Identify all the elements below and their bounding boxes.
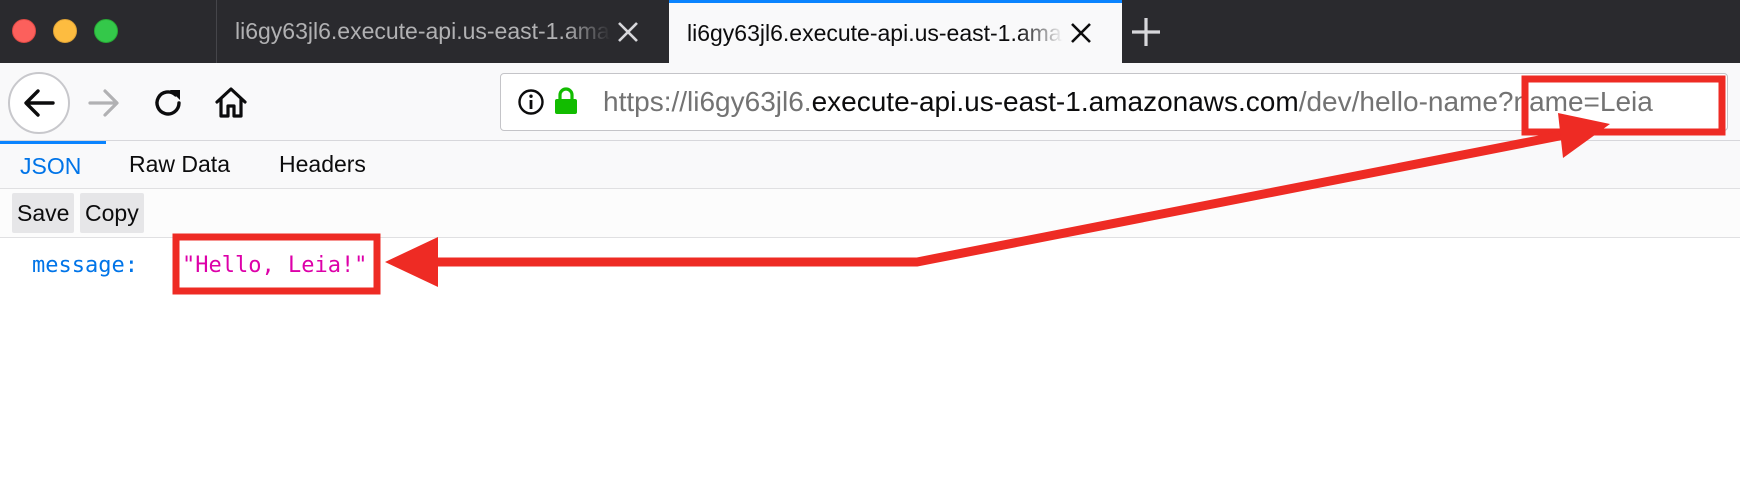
home-icon bbox=[215, 87, 247, 118]
window-close-button[interactable] bbox=[12, 19, 36, 43]
address-bar[interactable]: https://li6gy63jl6.execute-api.us-east-1… bbox=[500, 73, 1728, 131]
json-viewer-tabs: JSON Raw Data Headers bbox=[0, 141, 1740, 189]
json-toolbar: Save Copy bbox=[0, 189, 1740, 238]
close-icon[interactable] bbox=[1068, 20, 1094, 46]
tab-json[interactable]: JSON bbox=[0, 141, 106, 188]
window-maximize-button[interactable] bbox=[94, 19, 118, 43]
url-scheme: https://li6gy63jl6. bbox=[603, 86, 812, 117]
url-path: /dev/hello-name?name=Leia bbox=[1298, 86, 1653, 117]
forward-arrow-icon bbox=[88, 89, 119, 117]
home-button[interactable] bbox=[212, 83, 250, 121]
url-text[interactable]: https://li6gy63jl6.execute-api.us-east-1… bbox=[603, 74, 1653, 130]
tab-strip: li6gy63jl6.execute-api.us-east-1.amazona… bbox=[0, 0, 1740, 63]
browser-tab-1[interactable]: li6gy63jl6.execute-api.us-east-1.amazona… bbox=[216, 0, 669, 63]
reload-icon bbox=[155, 90, 181, 116]
tab-headers[interactable]: Headers bbox=[279, 141, 366, 188]
url-host: execute-api.us-east-1.amazonaws.com bbox=[811, 86, 1299, 117]
plus-icon[interactable] bbox=[1128, 14, 1164, 50]
json-key: message: bbox=[32, 253, 138, 278]
json-value: "Hello, Leia!" bbox=[182, 253, 368, 278]
info-icon[interactable] bbox=[517, 88, 545, 116]
tab-title: li6gy63jl6.execute-api.us-east-1.amazona… bbox=[687, 19, 1063, 46]
save-button[interactable]: Save bbox=[12, 193, 75, 233]
back-arrow-icon bbox=[24, 89, 55, 117]
tab-title: li6gy63jl6.execute-api.us-east-1.amazona… bbox=[235, 18, 611, 44]
lock-icon[interactable] bbox=[553, 86, 579, 116]
window-minimize-button[interactable] bbox=[53, 19, 77, 43]
copy-button[interactable]: Copy bbox=[80, 193, 144, 233]
reload-button[interactable] bbox=[150, 85, 186, 121]
tab-raw-data[interactable]: Raw Data bbox=[129, 141, 230, 188]
navigation-toolbar: https://li6gy63jl6.execute-api.us-east-1… bbox=[0, 63, 1740, 141]
json-body: message: "Hello, Leia!" bbox=[0, 238, 1740, 496]
back-button[interactable] bbox=[8, 72, 70, 134]
forward-button[interactable] bbox=[86, 85, 122, 121]
close-icon[interactable] bbox=[615, 19, 641, 45]
browser-tab-2[interactable]: li6gy63jl6.execute-api.us-east-1.amazona… bbox=[669, 0, 1122, 63]
